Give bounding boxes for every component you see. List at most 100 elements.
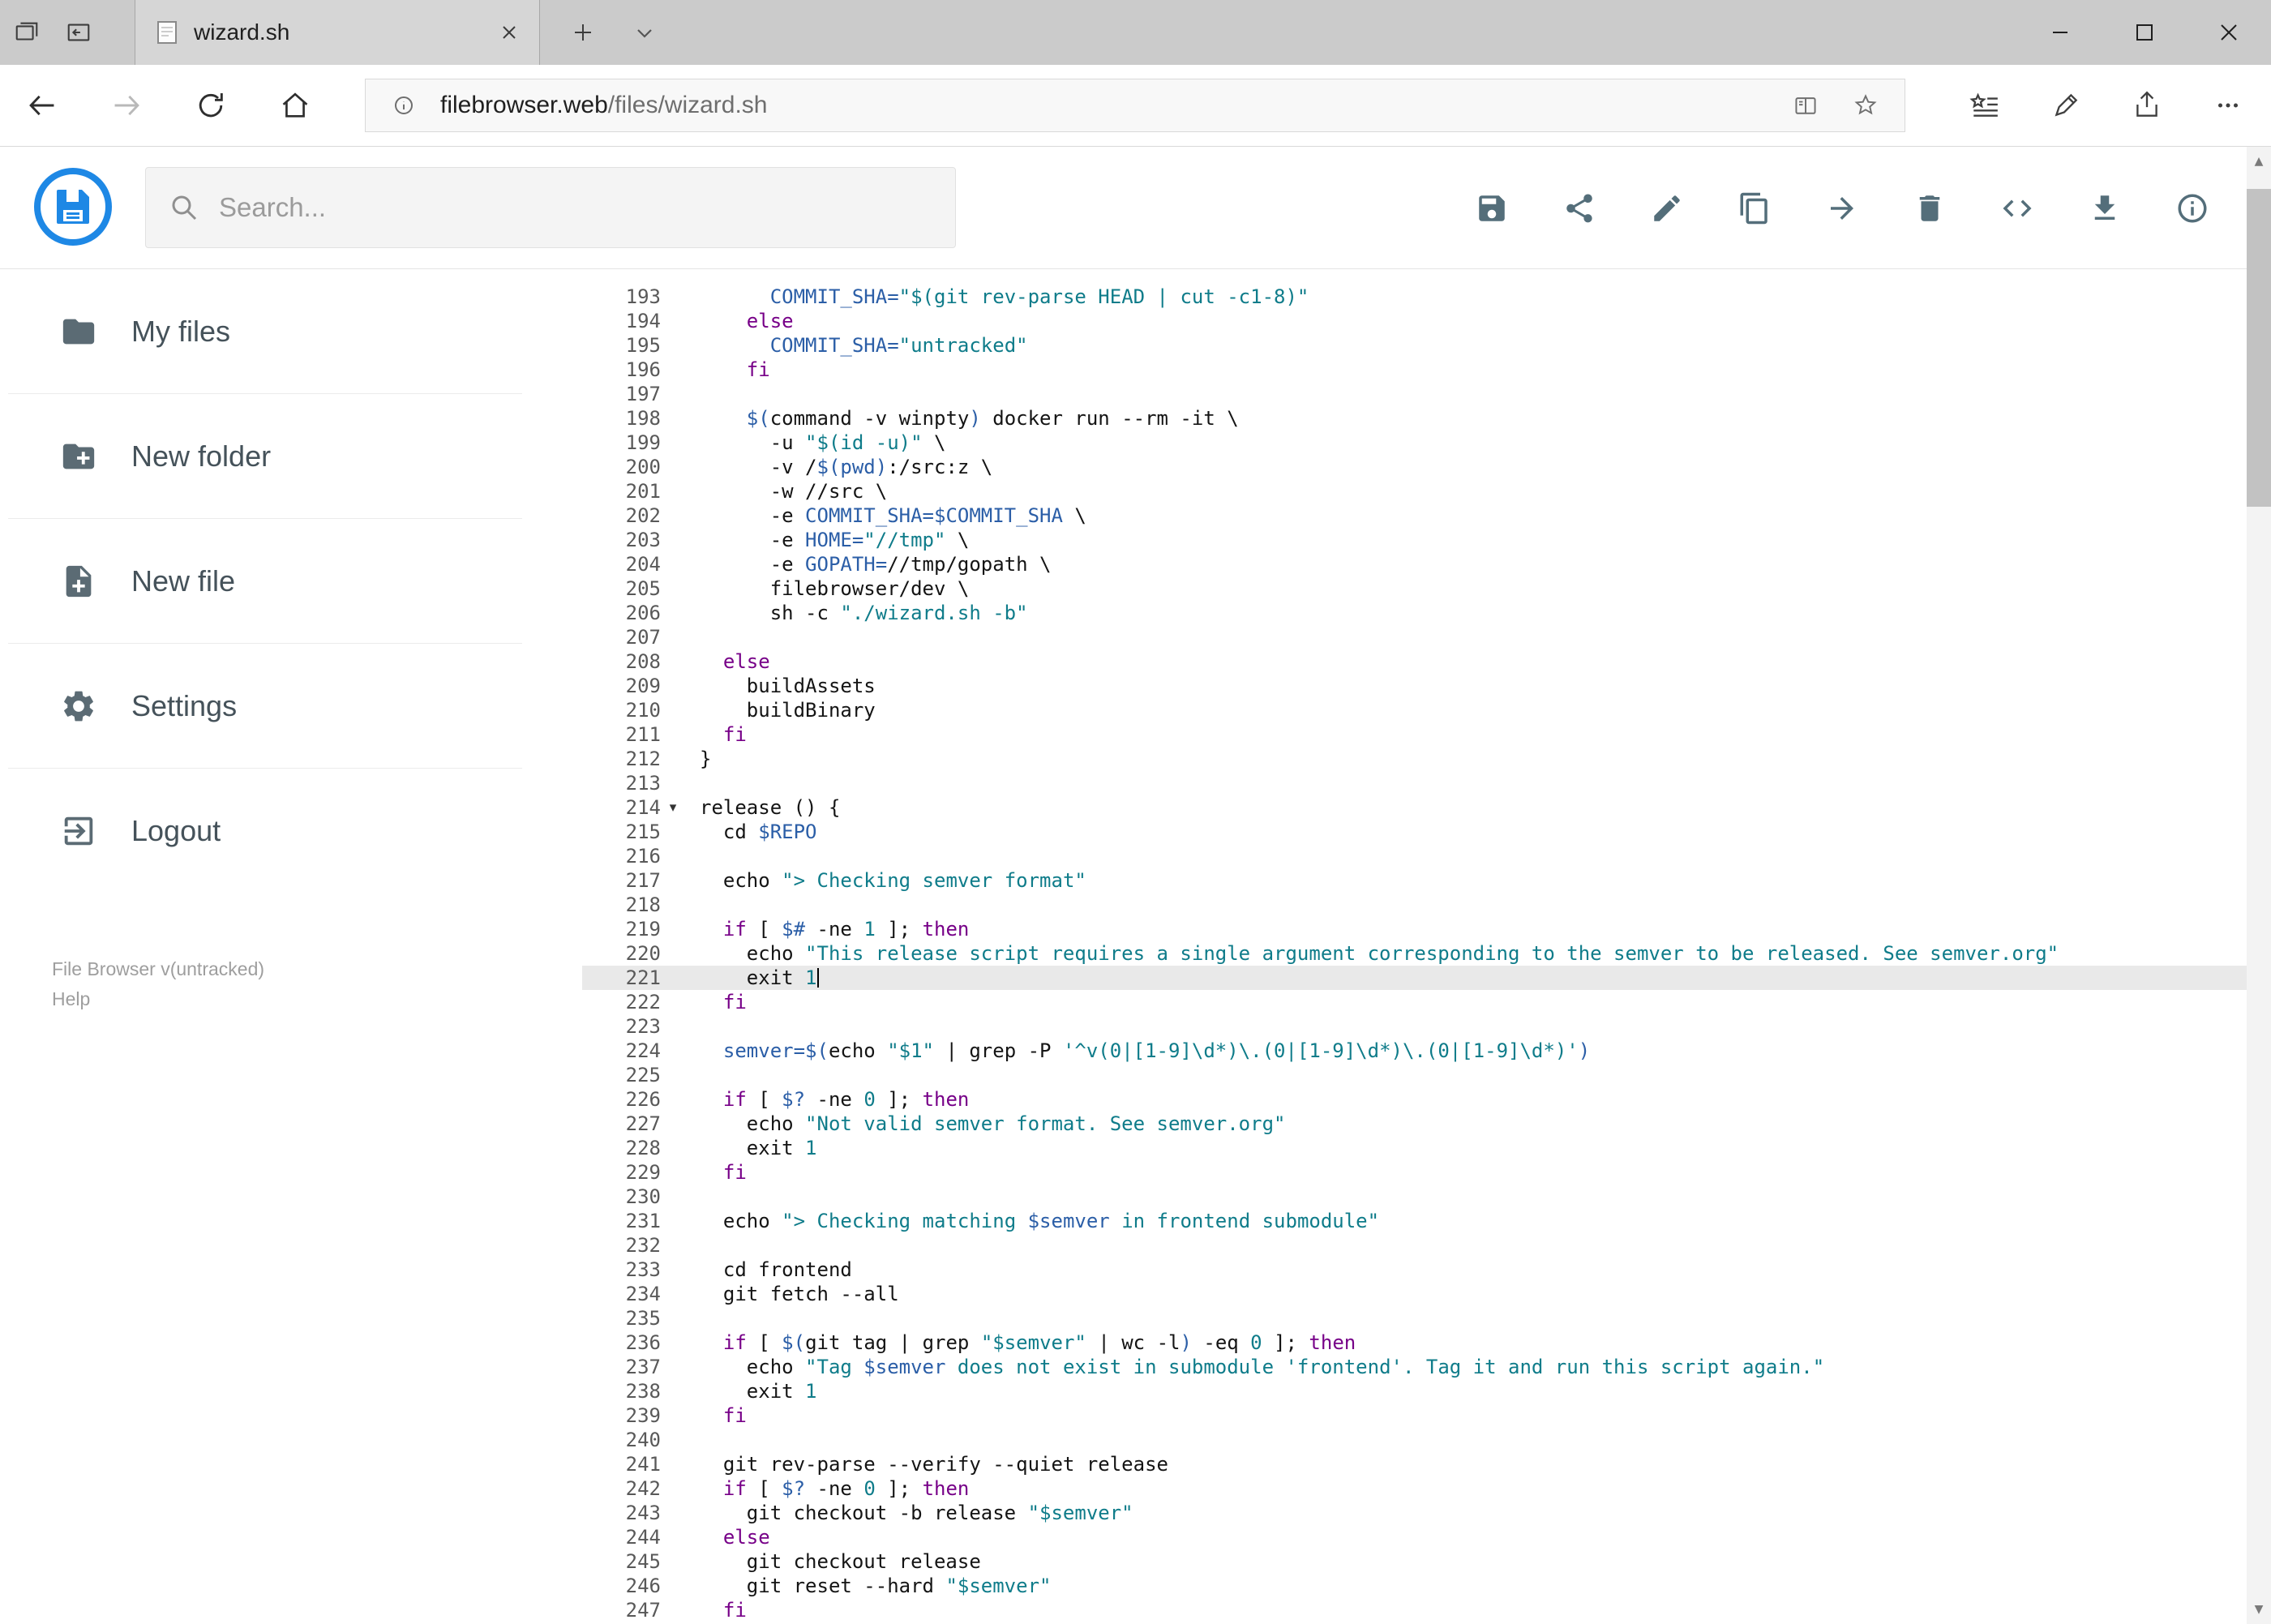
- code-line[interactable]: 211 fi: [582, 722, 2247, 747]
- code-line[interactable]: 210 buildBinary: [582, 698, 2247, 722]
- code-line[interactable]: 236 if [ $(git tag | grep "$semver" | wc…: [582, 1330, 2247, 1355]
- code-line[interactable]: 217 echo "> Checking semver format": [582, 868, 2247, 893]
- address-bar[interactable]: filebrowser.web/files/wizard.sh: [365, 79, 1905, 132]
- code-line[interactable]: 218: [582, 893, 2247, 917]
- code-line[interactable]: 194 else: [582, 309, 2247, 333]
- reading-view-icon[interactable]: [1783, 92, 1828, 118]
- code-editor[interactable]: 193 COMMIT_SHA="$(git rev-parse HEAD | c…: [582, 269, 2247, 1624]
- code-line[interactable]: 195 COMMIT_SHA="untracked": [582, 333, 2247, 358]
- code-line[interactable]: 229 fi: [582, 1160, 2247, 1185]
- code-line[interactable]: 239 fi: [582, 1403, 2247, 1428]
- code-line[interactable]: 221 exit 1: [582, 966, 2247, 990]
- web-note-icon[interactable]: [2025, 65, 2106, 146]
- code-line[interactable]: 193 COMMIT_SHA="$(git rev-parse HEAD | c…: [582, 285, 2247, 309]
- code-line[interactable]: 247 fi: [582, 1598, 2247, 1622]
- code-line[interactable]: 198 $(command -v winpty) docker run --rm…: [582, 406, 2247, 431]
- move-icon[interactable]: [1825, 191, 1859, 225]
- code-line[interactable]: 204 -e GOPATH=//tmp/gopath \: [582, 552, 2247, 576]
- tabs-preview-icon[interactable]: [65, 19, 92, 46]
- page-scrollbar[interactable]: ▲ ▼: [2247, 147, 2271, 1624]
- sidebar-item-new-file[interactable]: New file: [0, 519, 582, 643]
- code-line[interactable]: 212}: [582, 747, 2247, 771]
- code-line[interactable]: 207: [582, 625, 2247, 649]
- home-icon[interactable]: [253, 65, 337, 146]
- sidebar-item-logout[interactable]: Logout: [0, 769, 582, 893]
- minimize-icon[interactable]: [2018, 0, 2102, 65]
- scroll-down-icon[interactable]: ▼: [2247, 1595, 2271, 1624]
- search-box[interactable]: [145, 167, 956, 248]
- code-line[interactable]: 216: [582, 844, 2247, 868]
- hub-icon[interactable]: [1944, 65, 2025, 146]
- fold-arrow-icon[interactable]: ▾: [661, 795, 685, 820]
- copy-icon[interactable]: [1738, 191, 1772, 225]
- code-line[interactable]: 201 -w //src \: [582, 479, 2247, 503]
- code-line[interactable]: 243 git checkout -b release "$semver": [582, 1501, 2247, 1525]
- more-icon[interactable]: [2187, 65, 2269, 146]
- share-icon[interactable]: [2106, 65, 2187, 146]
- scrollbar-thumb[interactable]: [2247, 189, 2271, 507]
- code-line[interactable]: 196 fi: [582, 358, 2247, 382]
- refresh-icon[interactable]: [169, 65, 253, 146]
- code-line[interactable]: 241 git rev-parse --verify --quiet relea…: [582, 1452, 2247, 1476]
- scroll-up-icon[interactable]: ▲: [2247, 147, 2271, 176]
- code-line[interactable]: 200 -v /$(pwd):/src:z \: [582, 455, 2247, 479]
- sidebar-item-new-folder[interactable]: New folder: [0, 394, 582, 518]
- share-icon[interactable]: [1562, 191, 1596, 225]
- close-icon[interactable]: [2187, 0, 2271, 65]
- set-tabs-aside-icon[interactable]: [13, 19, 41, 46]
- raw-view-icon[interactable]: [2000, 191, 2034, 225]
- page-info-icon[interactable]: [382, 93, 426, 118]
- help-link[interactable]: Help: [52, 984, 264, 1014]
- code-line[interactable]: 244 else: [582, 1525, 2247, 1549]
- code-line[interactable]: 238 exit 1: [582, 1379, 2247, 1403]
- code-line[interactable]: 227 echo "Not valid semver format. See s…: [582, 1112, 2247, 1136]
- code-line[interactable]: 202 -e COMMIT_SHA=$COMMIT_SHA \: [582, 503, 2247, 528]
- code-line[interactable]: 222 fi: [582, 990, 2247, 1014]
- code-line[interactable]: 246 git reset --hard "$semver": [582, 1574, 2247, 1598]
- info-icon[interactable]: [2175, 191, 2209, 225]
- code-line[interactable]: 209 buildAssets: [582, 674, 2247, 698]
- code-line[interactable]: 242 if [ $? -ne 0 ]; then: [582, 1476, 2247, 1501]
- code-line[interactable]: 228 exit 1: [582, 1136, 2247, 1160]
- code-line[interactable]: 237 echo "Tag $semver does not exist in …: [582, 1355, 2247, 1379]
- code-line[interactable]: 215 cd $REPO: [582, 820, 2247, 844]
- code-line[interactable]: 199 -u "$(id -u)" \: [582, 431, 2247, 455]
- code-line[interactable]: 208 else: [582, 649, 2247, 674]
- code-line[interactable]: 233 cd frontend: [582, 1258, 2247, 1282]
- code-line[interactable]: 214 ▾ release () {: [582, 795, 2247, 820]
- code-line[interactable]: 220 echo "This release script requires a…: [582, 941, 2247, 966]
- rename-icon[interactable]: [1650, 191, 1684, 225]
- code-line[interactable]: 213: [582, 771, 2247, 795]
- code-line[interactable]: 245 git checkout release: [582, 1549, 2247, 1574]
- code-line[interactable]: 205 filebrowser/dev \: [582, 576, 2247, 601]
- code-line[interactable]: 224 semver=$(echo "$1" | grep -P '^v(0|[…: [582, 1039, 2247, 1063]
- code-line[interactable]: 240: [582, 1428, 2247, 1452]
- code-line[interactable]: 235: [582, 1306, 2247, 1330]
- code-line[interactable]: 234 git fetch --all: [582, 1282, 2247, 1306]
- code-line[interactable]: 230: [582, 1185, 2247, 1209]
- favorite-star-icon[interactable]: [1843, 92, 1888, 118]
- delete-icon[interactable]: [1913, 191, 1947, 225]
- code-line[interactable]: 197: [582, 382, 2247, 406]
- tab-list-chevron-icon[interactable]: [616, 0, 673, 65]
- code-line[interactable]: 231 echo "> Checking matching $semver in…: [582, 1209, 2247, 1233]
- code-line[interactable]: 219 if [ $# -ne 1 ]; then: [582, 917, 2247, 941]
- sidebar-item-settings[interactable]: Settings: [0, 644, 582, 768]
- code-line[interactable]: 206 sh -c "./wizard.sh -b": [582, 601, 2247, 625]
- browser-tab[interactable]: wizard.sh: [135, 0, 540, 65]
- maximize-icon[interactable]: [2102, 0, 2187, 65]
- code-line[interactable]: 232: [582, 1233, 2247, 1258]
- new-tab-icon[interactable]: [555, 0, 611, 65]
- filebrowser-logo[interactable]: [32, 166, 114, 247]
- search-input[interactable]: [219, 192, 932, 223]
- forward-icon[interactable]: [84, 65, 169, 146]
- code-line[interactable]: 226 if [ $? -ne 0 ]; then: [582, 1087, 2247, 1112]
- code-line[interactable]: 203 -e HOME="//tmp" \: [582, 528, 2247, 552]
- download-icon[interactable]: [2088, 191, 2122, 225]
- tab-close-icon[interactable]: [500, 24, 518, 41]
- code-line[interactable]: 225: [582, 1063, 2247, 1087]
- code-line[interactable]: 223: [582, 1014, 2247, 1039]
- back-icon[interactable]: [0, 65, 84, 146]
- sidebar-item-my-files[interactable]: My files: [0, 269, 582, 393]
- save-icon[interactable]: [1475, 191, 1509, 225]
